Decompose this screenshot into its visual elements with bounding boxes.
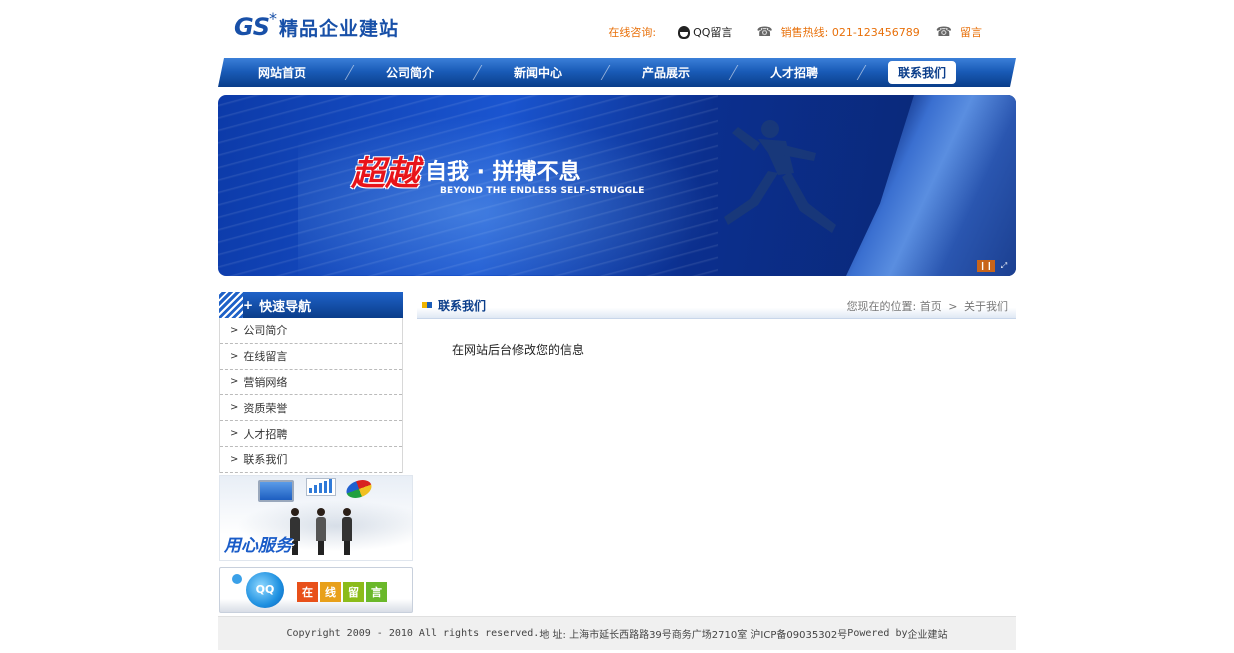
sidebar-item-label: 资质荣誉 [243, 401, 288, 415]
qq-icon [678, 25, 691, 39]
message-char[interactable]: 线 [320, 581, 341, 602]
service-slogan: 用心服务 [224, 535, 292, 556]
person-figure [316, 507, 326, 556]
nav-label: 网站首页 [257, 66, 306, 80]
sidebar-item-about[interactable]: > 公司简介 [220, 318, 402, 344]
slogan-highlight: 超越 [351, 154, 419, 194]
person-figure [342, 507, 352, 556]
sidebar-item-label: 人才招聘 [243, 427, 288, 441]
breadcrumb: 您现在的位置: 首页 > 关于我们 [847, 298, 1008, 314]
plus-icon: + [243, 298, 254, 312]
nav-label: 产品展示 [641, 66, 690, 80]
chevron-right-icon: > [230, 376, 239, 388]
sidebar-item-jobs[interactable]: > 人才招聘 [220, 421, 402, 447]
sidebar-stripes-decoration [219, 292, 243, 318]
sidebar-item-label: 联系我们 [243, 453, 288, 467]
qq-message-link[interactable]: QQ留言 [693, 24, 732, 40]
sidebar-item-label: 公司简介 [243, 324, 288, 338]
hero-banner: 超越 自我 · 拼搏不息 BEYOND THE ENDLESS SELF-STR… [218, 95, 1016, 276]
sidebar: + 快速导航 > 公司简介 > 在线留言 > 营销网络 > 资质荣誉 > 人才招聘 > 联系… [219, 292, 414, 613]
sidebar-item-online-message[interactable]: > 在线留言 [220, 344, 402, 370]
phone-icon: ☎ [756, 24, 773, 40]
nav-item-home[interactable]: 网站首页 [218, 58, 355, 87]
chevron-right-icon: > [230, 350, 239, 362]
banner-prev-button[interactable]: ❙❙ [977, 260, 995, 272]
qq-badge-icon: QQ [246, 571, 284, 608]
footer-copyright: Copyright 2009 - 2010 All rights reserve… [286, 628, 540, 639]
nav-label: 联系我们 [887, 61, 956, 84]
nav-item-about[interactable]: 公司简介 [346, 58, 483, 87]
message-char[interactable]: 留 [343, 581, 364, 602]
banner-controls: ❙❙ ⤢ [977, 260, 1010, 272]
top-contact-bar: 在线咨询: QQ留言 ☎ 销售热线: 021-123456789 ☎ 留言 [608, 24, 982, 40]
chevron-right-icon: > [230, 324, 239, 336]
nav-item-contact[interactable]: 联系我们 [858, 58, 986, 87]
page: GS * 精品企业建站 在线咨询: QQ留言 ☎ 销售热线: 021-12345… [218, 0, 1016, 653]
content-body: 在网站后台修改您的信息 [417, 319, 1016, 358]
sidebar-item-honors[interactable]: > 资质荣誉 [220, 395, 402, 422]
nav-item-jobs[interactable]: 人才招聘 [730, 58, 867, 87]
phone-icon: ☎ [935, 24, 952, 40]
bar-chart-icon [306, 477, 336, 496]
nav-label: 人才招聘 [769, 66, 818, 80]
slogan-text: 自我 · 拼搏不息 [425, 160, 581, 185]
nav-item-news[interactable]: 新闻中心 [474, 58, 611, 87]
content-header: 联系我们 您现在的位置: 首页 > 关于我们 [417, 292, 1016, 319]
message-char[interactable]: 在 [297, 581, 318, 602]
footer-powered: Powered by [847, 628, 908, 639]
main-content: 联系我们 您现在的位置: 首页 > 关于我们 在网站后台修改您的信息 [417, 292, 1016, 358]
chevron-right-icon: > [230, 453, 239, 465]
page-title: 联系我们 [438, 298, 487, 313]
breadcrumb-prefix: 您现在的位置: [846, 300, 917, 313]
slogan-english: BEYOND THE ENDLESS SELF-STRUGGLE [440, 186, 645, 196]
hotline-text: 销售热线: 021-123456789 [780, 26, 920, 39]
content-text: 在网站后台修改您的信息 [452, 343, 585, 357]
logo-star: * [268, 9, 277, 28]
footer-address: 地 址: 上海市延长西路路39号商务广场2710室 沪ICP备09035302号 [539, 630, 848, 641]
sidebar-list: > 公司简介 > 在线留言 > 营销网络 > 资质荣誉 > 人才招聘 > 联系我们 [219, 318, 403, 473]
cliff-rock [846, 95, 1016, 276]
title-marker-icon [422, 302, 432, 308]
nav-label: 公司简介 [385, 66, 434, 80]
nav-items: 网站首页 公司简介 新闻中心 产品展示 人才招聘 联系我们 [218, 58, 1016, 87]
message-link[interactable]: 留言 [960, 24, 982, 40]
header: GS * 精品企业建站 在线咨询: QQ留言 ☎ 销售热线: 021-12345… [218, 0, 1016, 56]
footer: Copyright 2009 - 2010 All rights reserve… [218, 616, 1016, 650]
online-message-widget[interactable]: QQ 在 线 留 言 [219, 566, 413, 613]
sidebar-item-label: 在线留言 [243, 350, 288, 364]
logo[interactable]: GS * 精品企业建站 [234, 9, 399, 46]
logo-mark: GS [234, 13, 270, 41]
footer-brand-link[interactable]: 企业建站 [908, 626, 948, 641]
monitor-icon [258, 479, 294, 502]
jumping-man-silhouette [724, 120, 836, 233]
message-button-group: 在 线 留 言 [297, 581, 387, 602]
nav-label: 新闻中心 [513, 66, 562, 80]
sidebar-item-label: 营销网络 [243, 375, 288, 389]
sidebar-title: 快速导航 [259, 299, 312, 315]
main-nav: 网站首页 公司简介 新闻中心 产品展示 人才招聘 联系我们 [218, 58, 1016, 87]
chevron-right-icon: > [230, 428, 239, 440]
nav-item-products[interactable]: 产品展示 [602, 58, 739, 87]
service-banner[interactable]: 用心服务 [219, 474, 413, 561]
message-char[interactable]: 言 [366, 581, 387, 602]
breadcrumb-current[interactable]: 关于我们 [964, 300, 1008, 313]
sidebar-item-network[interactable]: > 营销网络 [220, 370, 402, 396]
chevron-right-icon: > [948, 300, 958, 313]
logo-text: 精品企业建站 [278, 18, 399, 40]
breadcrumb-home[interactable]: 首页 [920, 300, 942, 313]
banner-expand-icon[interactable]: ⤢ [998, 260, 1010, 272]
sidebar-header: + 快速导航 [219, 292, 403, 318]
sidebar-item-contact[interactable]: > 联系我们 [220, 447, 402, 473]
chevron-right-icon: > [230, 402, 239, 414]
blue-dot-decoration [232, 573, 242, 584]
online-consult-label: 在线咨询: [608, 26, 657, 39]
